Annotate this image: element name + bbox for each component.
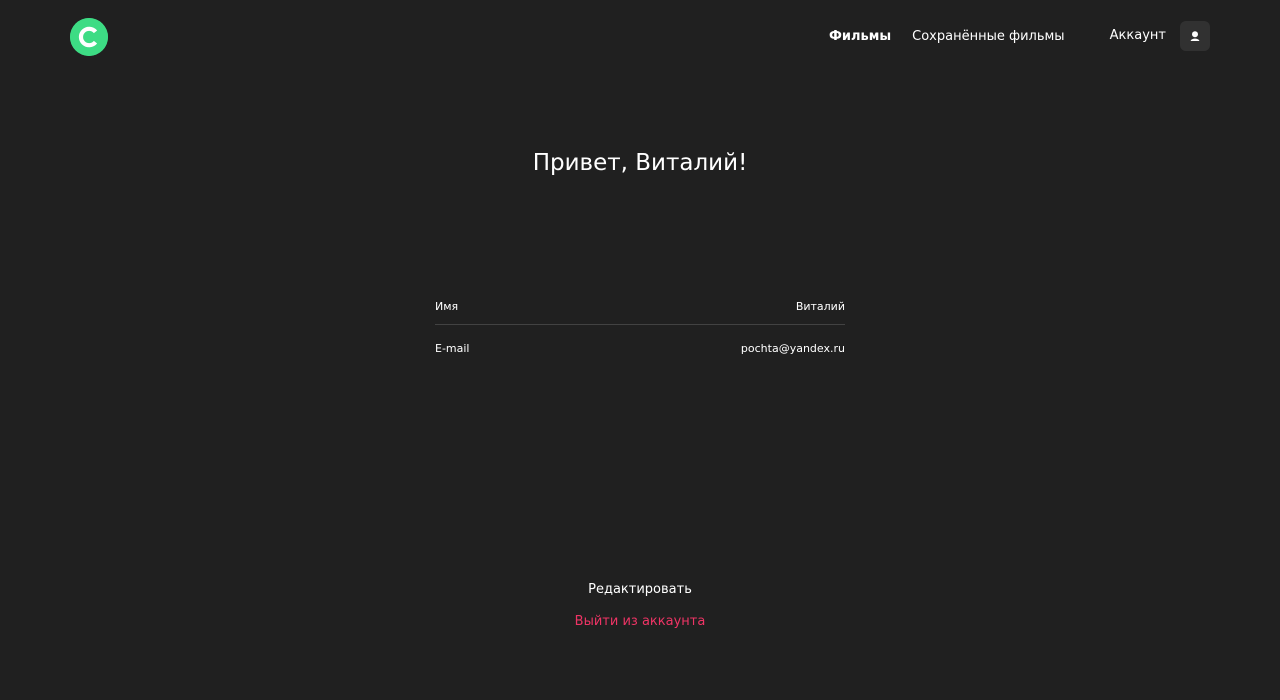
name-label: Имя bbox=[435, 300, 459, 313]
nav-saved-movies-link[interactable]: Сохранённые фильмы bbox=[912, 28, 1064, 46]
logo-c-icon[interactable] bbox=[70, 18, 108, 56]
profile-row-email: E-mail pochta@yandex.ru bbox=[435, 325, 845, 373]
profile-page: Фильмы Сохранённые фильмы Аккаунт Привет… bbox=[0, 0, 1280, 700]
user-icon bbox=[1180, 21, 1210, 51]
profile-actions: Редактировать Выйти из аккаунта bbox=[0, 580, 1280, 632]
name-value: Виталий bbox=[795, 300, 845, 313]
profile-row-name: Имя Виталий bbox=[435, 290, 845, 324]
email-label: E-mail bbox=[435, 342, 470, 355]
profile-info: Имя Виталий E-mail pochta@yandex.ru bbox=[435, 290, 845, 373]
logout-button[interactable]: Выйти из аккаунта bbox=[575, 612, 706, 632]
account-button[interactable]: Аккаунт bbox=[1110, 21, 1210, 51]
main-nav: Фильмы Сохранённые фильмы bbox=[829, 28, 1065, 46]
account-label: Аккаунт bbox=[1109, 28, 1166, 43]
header: Фильмы Сохранённые фильмы Аккаунт bbox=[0, 0, 1280, 74]
page-title: Привет, Виталий! bbox=[532, 150, 748, 176]
email-value: pochta@yandex.ru bbox=[740, 342, 845, 355]
edit-button[interactable]: Редактировать bbox=[588, 580, 692, 600]
nav-movies-link[interactable]: Фильмы bbox=[829, 28, 891, 46]
